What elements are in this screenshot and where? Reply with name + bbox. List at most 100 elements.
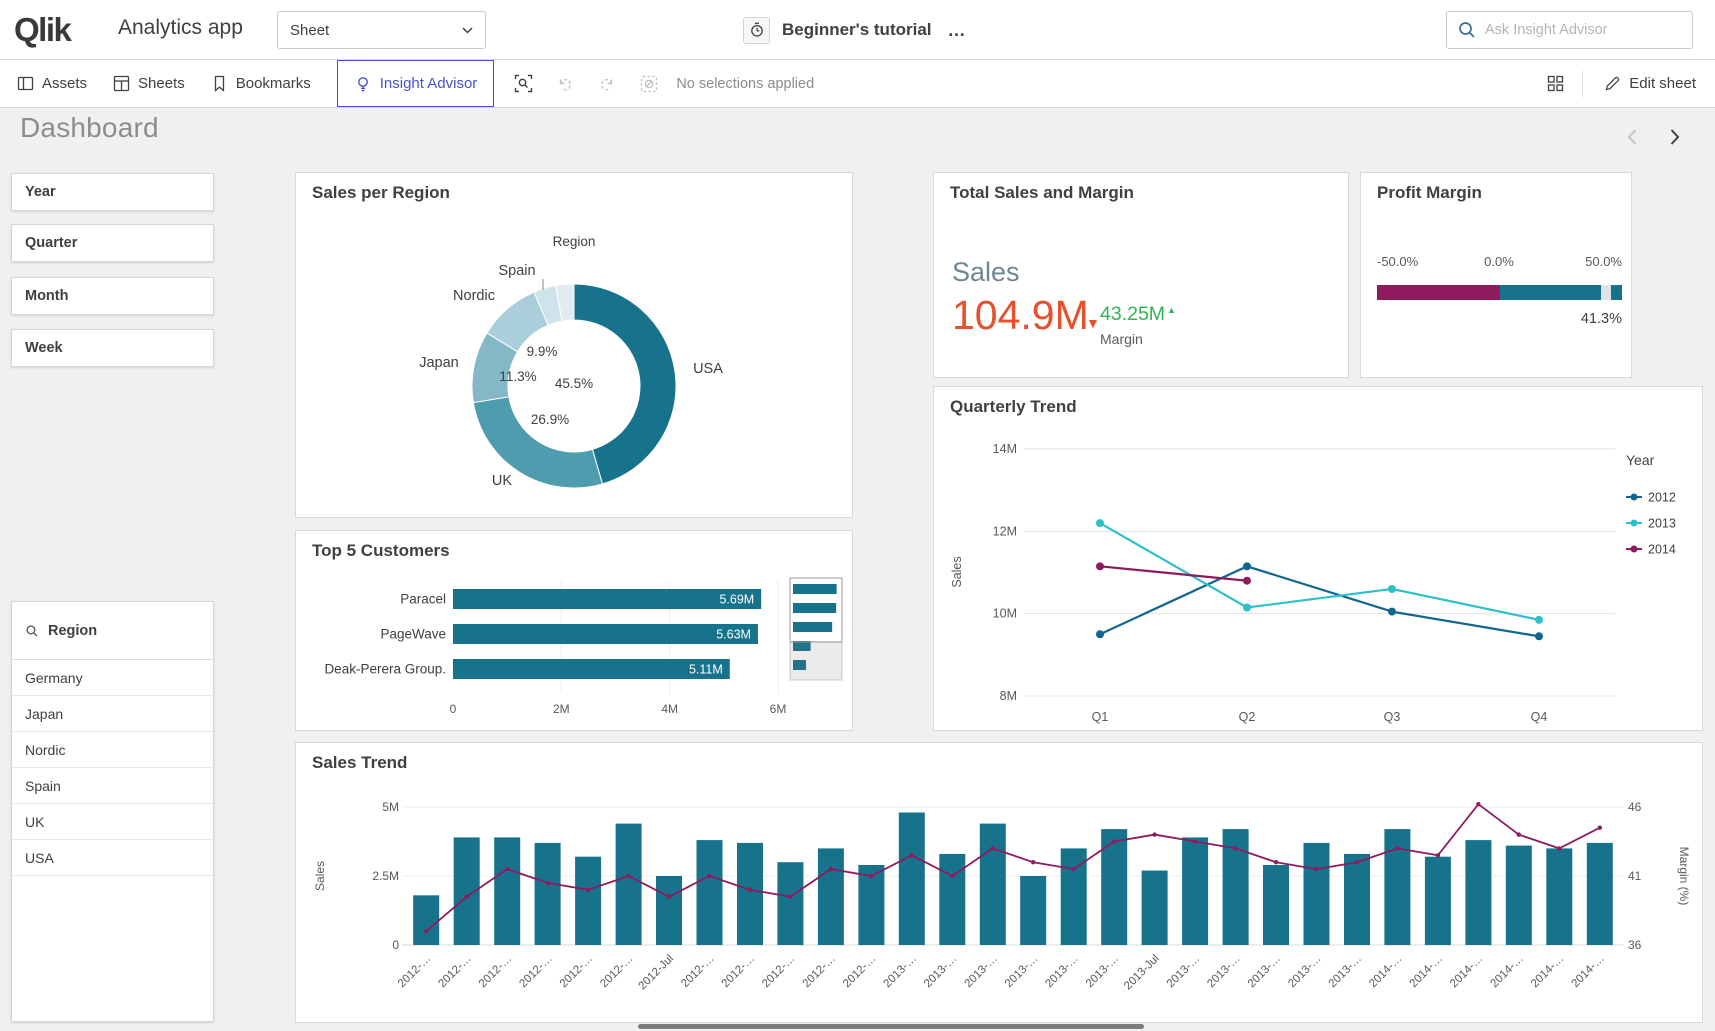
svg-text:2013-…: 2013-… (1165, 953, 1202, 990)
svg-text:2012-…: 2012-… (720, 953, 757, 990)
app-name: Analytics app (118, 16, 243, 40)
listbox-item-spain[interactable]: Spain (12, 768, 213, 804)
redo-icon (598, 75, 616, 93)
svg-text:5.69M: 5.69M (719, 593, 754, 607)
filter-month[interactable]: Month (11, 277, 214, 315)
region-listbox-header[interactable]: Region (12, 602, 213, 660)
svg-text:Spain: Spain (498, 263, 535, 279)
insight-advisor-icon (354, 75, 372, 93)
smart-search-icon (514, 74, 533, 93)
more-menu-button[interactable]: … (948, 20, 968, 41)
chart-title: Quarterly Trend (950, 397, 1077, 417)
kpi-margin-label: Margin (1100, 331, 1176, 347)
profit-margin-gauge[interactable]: -50.0%0.0%50.0%41.3% Profit Margin (1360, 172, 1632, 378)
chevron-down-icon (462, 27, 473, 34)
filter-year[interactable]: Year (11, 173, 214, 211)
clock-icon (749, 22, 765, 38)
svg-text:8M: 8M (1000, 689, 1017, 703)
svg-text:Deak-Perera Group.: Deak-Perera Group. (324, 662, 446, 677)
svg-text:Q4: Q4 (1531, 710, 1548, 724)
document-title[interactable]: Beginner's tutorial (782, 20, 932, 40)
sheet-selector-dropdown[interactable]: Sheet (277, 11, 486, 49)
top5-customers-chart[interactable]: 02M4M6MParacel5.69MPageWave5.63MDeak-Per… (295, 530, 853, 731)
sales-trend-chart[interactable]: 02.5M5M3641462012-…2012-…2012-…2012-…201… (295, 742, 1703, 1023)
horizontal-scrollbar[interactable] (638, 1024, 1144, 1029)
sheets-button[interactable]: Sheets (100, 60, 198, 107)
smart-search-button[interactable] (504, 65, 542, 103)
svg-text:0: 0 (450, 702, 457, 716)
svg-text:PageWave: PageWave (380, 627, 446, 642)
svg-text:2013-…: 2013-… (962, 953, 999, 990)
svg-text:2013-…: 2013-… (1205, 953, 1242, 990)
clear-selections-button[interactable] (630, 65, 668, 103)
listbox-item-germany[interactable]: Germany (12, 660, 213, 696)
chart-title: Top 5 Customers (312, 541, 450, 561)
chart-title: Profit Margin (1377, 183, 1482, 203)
svg-text:Q2: Q2 (1239, 710, 1256, 724)
svg-text:2012-…: 2012-… (598, 953, 635, 990)
svg-text:Japan: Japan (419, 355, 459, 371)
toolbar: Assets Sheets Bookmarks Insight Advisor (0, 60, 1715, 108)
svg-text:2012-…: 2012-… (841, 953, 878, 990)
svg-text:2012-…: 2012-… (477, 953, 514, 990)
line-chart-canvas: 8M10M12M14MQ1Q2Q3Q4SalesYear201220132014 (934, 387, 1704, 732)
svg-text:2012-…: 2012-… (396, 953, 433, 990)
kpi-secondary-block: 43.25M▲ Margin (1100, 303, 1176, 347)
top-bar: Qlik Analytics app Sheet Beginner's tuto… (0, 0, 1715, 60)
total-sales-kpi[interactable]: Total Sales and Margin Sales 104.9M ▼ 43… (933, 172, 1349, 378)
search-input[interactable] (1485, 22, 1682, 38)
kpi-margin-value: 43.25M (1100, 303, 1165, 325)
chart-title: Sales Trend (312, 753, 407, 773)
svg-text:2014-…: 2014-… (1367, 953, 1404, 990)
insight-advisor-button[interactable]: Insight Advisor (337, 60, 495, 107)
svg-text:2013-…: 2013-… (1327, 953, 1364, 990)
svg-text:2.5M: 2.5M (372, 869, 399, 883)
svg-text:46: 46 (1628, 800, 1642, 814)
svg-text:2014-…: 2014-… (1489, 953, 1526, 990)
bookmarks-button[interactable]: Bookmarks (198, 60, 324, 107)
insight-advisor-search[interactable] (1446, 11, 1693, 49)
svg-text:11.3%: 11.3% (499, 369, 536, 384)
svg-text:5M: 5M (382, 800, 399, 814)
svg-text:41: 41 (1628, 869, 1642, 883)
combo-chart-canvas: 02.5M5M3641462012-…2012-…2012-…2012-…201… (296, 743, 1704, 1024)
edit-sheet-button[interactable]: Edit sheet (1591, 60, 1709, 107)
svg-text:UK: UK (492, 473, 512, 489)
svg-text:2013-…: 2013-… (1246, 953, 1283, 990)
next-sheet-button[interactable] (1663, 126, 1685, 153)
undo-icon (556, 75, 574, 93)
svg-text:2013: 2013 (1648, 517, 1676, 531)
pencil-icon (1604, 75, 1621, 92)
svg-text:2012-…: 2012-… (517, 953, 554, 990)
previous-sheet-button[interactable] (1622, 126, 1644, 153)
assets-button[interactable]: Assets (4, 60, 100, 107)
svg-text:2013-Jul: 2013-Jul (1122, 953, 1162, 993)
quarterly-trend-chart[interactable]: 8M10M12M14MQ1Q2Q3Q4SalesYear201220132014… (933, 386, 1703, 731)
listbox-item-japan[interactable]: Japan (12, 696, 213, 732)
svg-text:Margin (%): Margin (%) (1677, 847, 1691, 906)
filter-quarter[interactable]: Quarter (11, 224, 214, 262)
svg-text:Year: Year (1626, 452, 1655, 468)
assets-label: Assets (42, 75, 87, 92)
sheet-selector-label: Sheet (290, 22, 329, 39)
listbox-item-usa[interactable]: USA (12, 840, 213, 876)
listbox-item-nordic[interactable]: Nordic (12, 732, 213, 768)
svg-text:9.9%: 9.9% (527, 344, 558, 359)
sheet-grid-button[interactable] (1536, 65, 1574, 103)
selections-status: No selections applied (676, 76, 814, 92)
sales-per-region-chart[interactable]: RegionUSA45.5%UK26.9%Japan11.3%Nordic9.9… (295, 172, 853, 518)
filter-week[interactable]: Week (11, 329, 214, 367)
svg-text:10M: 10M (993, 607, 1017, 621)
svg-text:2013-…: 2013-… (1003, 953, 1040, 990)
qlik-logo[interactable]: Qlik (14, 11, 70, 49)
assets-icon (17, 75, 34, 92)
redo-button[interactable] (588, 65, 626, 103)
listbox-item-uk[interactable]: UK (12, 804, 213, 840)
svg-text:Nordic: Nordic (453, 288, 495, 304)
svg-text:2013-…: 2013-… (1286, 953, 1323, 990)
undo-button[interactable] (546, 65, 584, 103)
svg-text:Sales: Sales (950, 556, 964, 587)
svg-text:2014-…: 2014-… (1569, 953, 1606, 990)
svg-text:USA: USA (693, 361, 723, 377)
svg-text:12M: 12M (993, 524, 1017, 538)
